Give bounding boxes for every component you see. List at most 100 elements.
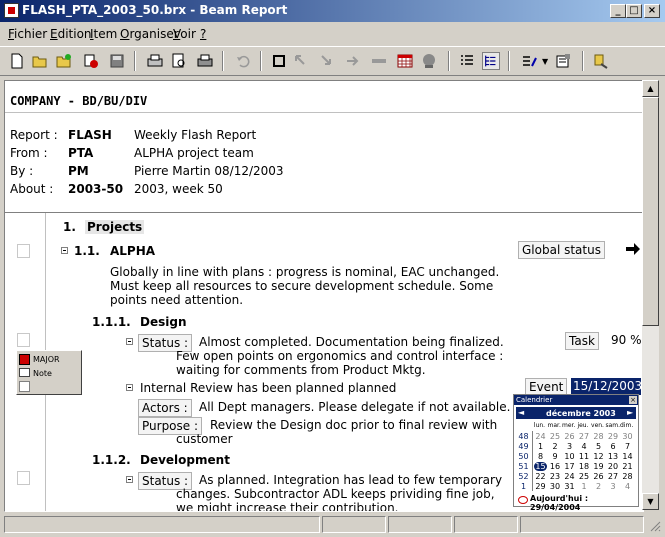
calendar-day[interactable]: 7 [621, 442, 634, 451]
calendar-day[interactable]: 27 [578, 432, 591, 441]
task-label[interactable]: Task [565, 332, 599, 350]
event-date-field[interactable]: 15/12/2003 [571, 378, 642, 395]
menu-organiser[interactable]: Organiser [120, 27, 179, 41]
actors-label[interactable]: Actors : [138, 399, 192, 417]
calendar-day[interactable]: 4 [621, 482, 634, 491]
calendar-day[interactable]: 28 [621, 472, 634, 481]
empty-status-icon[interactable] [19, 381, 30, 392]
prev-month-icon[interactable]: ◄ [518, 408, 524, 417]
calendar-grid-icon[interactable] [396, 52, 414, 70]
calendar-day[interactable]: 29 [607, 432, 620, 441]
report-red-icon[interactable] [82, 52, 100, 70]
close-button[interactable]: × [644, 4, 660, 18]
calendar-day[interactable]: 29 [534, 482, 547, 491]
popup-item-major[interactable]: MAJOR [33, 355, 60, 364]
popup-item-note[interactable]: Note [33, 369, 52, 378]
calendar-day[interactable]: 5 [592, 442, 605, 451]
calendar-day[interactable]: 2 [592, 482, 605, 491]
section-title-alpha[interactable]: ALPHA [110, 244, 155, 258]
collapse-icon[interactable] [61, 247, 68, 254]
list-view-icon[interactable] [458, 52, 476, 70]
scroll-down-icon[interactable]: ▼ [642, 493, 659, 510]
tools-icon[interactable] [592, 52, 610, 70]
arrow-up-left-icon[interactable] [292, 52, 310, 70]
calendar-day[interactable]: 30 [549, 482, 562, 491]
section-title-design[interactable]: Design [140, 315, 187, 329]
calendar-day[interactable]: 11 [578, 452, 591, 461]
calendar-day[interactable]: 9 [549, 452, 562, 461]
calendar-day[interactable]: 1 [578, 482, 591, 491]
menu-edition[interactable]: Edition [50, 27, 92, 41]
calendar-day[interactable]: 26 [592, 472, 605, 481]
calendar-day[interactable]: 23 [549, 472, 562, 481]
resize-grip-icon[interactable] [649, 520, 661, 532]
print-icon[interactable] [146, 52, 164, 70]
calendar-day[interactable]: 30 [621, 432, 634, 441]
open-folder-icon[interactable] [31, 52, 49, 70]
arrow-down-right-icon[interactable] [318, 52, 336, 70]
status-box[interactable] [17, 333, 30, 347]
scroll-thumb[interactable] [642, 97, 659, 326]
new-document-icon[interactable] [8, 52, 26, 70]
collapse-icon[interactable] [126, 476, 133, 483]
calendar-day[interactable]: 18 [578, 462, 591, 471]
globe-person-icon[interactable] [420, 52, 438, 70]
calendar-day[interactable]: 3 [607, 482, 620, 491]
menu-item[interactable]: Item [90, 27, 117, 41]
calendar-close-icon[interactable]: × [629, 396, 637, 404]
calendar-day[interactable]: 24 [563, 472, 576, 481]
calendar-day[interactable]: 24 [534, 432, 547, 441]
calendar-day[interactable]: 26 [563, 432, 576, 441]
calendar-day[interactable]: 8 [534, 452, 547, 461]
calendar-day[interactable]: 17 [563, 462, 576, 471]
calendar-day[interactable]: 25 [549, 432, 562, 441]
calendar-day[interactable]: 21 [621, 462, 634, 471]
edit-list-icon[interactable] [520, 52, 538, 70]
open-green-icon[interactable] [55, 52, 73, 70]
vertical-scrollbar[interactable]: ▲ ▼ [642, 80, 659, 510]
undo-icon[interactable] [234, 52, 252, 70]
status-box[interactable] [17, 471, 30, 485]
calendar-day[interactable]: 4 [578, 442, 591, 451]
calendar-day[interactable]: 31 [563, 482, 576, 491]
printer-icon[interactable] [196, 52, 214, 70]
dropdown-arrow-icon[interactable]: ▼ [542, 57, 548, 66]
section-title-development[interactable]: Development [140, 453, 230, 467]
calendar-day[interactable]: 28 [592, 432, 605, 441]
calendar-day[interactable]: 3 [563, 442, 576, 451]
collapse-icon[interactable] [126, 384, 133, 391]
calendar-today[interactable]: Aujourd'hui : 29/04/2004 [530, 494, 638, 512]
arrow-right-icon[interactable] [625, 242, 641, 256]
calendar-day[interactable]: 13 [607, 452, 620, 461]
save-disk-icon[interactable] [108, 52, 126, 70]
calendar-day[interactable]: 2 [549, 442, 562, 451]
calendar-day[interactable]: 22 [534, 472, 547, 481]
maximize-button[interactable]: □ [626, 4, 642, 18]
tree-view-icon[interactable] [482, 52, 500, 70]
calendar-day[interactable]: 6 [607, 442, 620, 451]
calendar-day[interactable]: 20 [607, 462, 620, 471]
print-preview-icon[interactable] [170, 52, 188, 70]
calendar-day[interactable]: 19 [592, 462, 605, 471]
calendar-day[interactable]: 14 [621, 452, 634, 461]
arrow-right-icon[interactable] [344, 52, 362, 70]
bar-icon[interactable] [370, 52, 388, 70]
menu-fichier[interactable]: Fichier [8, 27, 47, 41]
status-box[interactable] [17, 244, 30, 258]
scroll-up-icon[interactable]: ▲ [642, 80, 659, 97]
minimize-button[interactable]: _ [610, 4, 626, 18]
menu-voir[interactable]: Voir [173, 27, 196, 41]
calendar-day[interactable]: 15 [534, 462, 547, 471]
properties-icon[interactable] [554, 52, 572, 70]
global-status-label[interactable]: Global status [518, 241, 605, 259]
calendar-day[interactable]: 10 [563, 452, 576, 461]
next-month-icon[interactable]: ► [627, 408, 633, 417]
menu-help[interactable]: ? [200, 27, 206, 41]
calendar-day[interactable]: 1 [534, 442, 547, 451]
select-frame-icon[interactable] [270, 52, 288, 70]
calendar-day[interactable]: 12 [592, 452, 605, 461]
calendar-day[interactable]: 27 [607, 472, 620, 481]
calendar-day[interactable]: 16 [549, 462, 562, 471]
section-title-projects[interactable]: Projects [85, 220, 145, 234]
calendar-day[interactable]: 25 [578, 472, 591, 481]
